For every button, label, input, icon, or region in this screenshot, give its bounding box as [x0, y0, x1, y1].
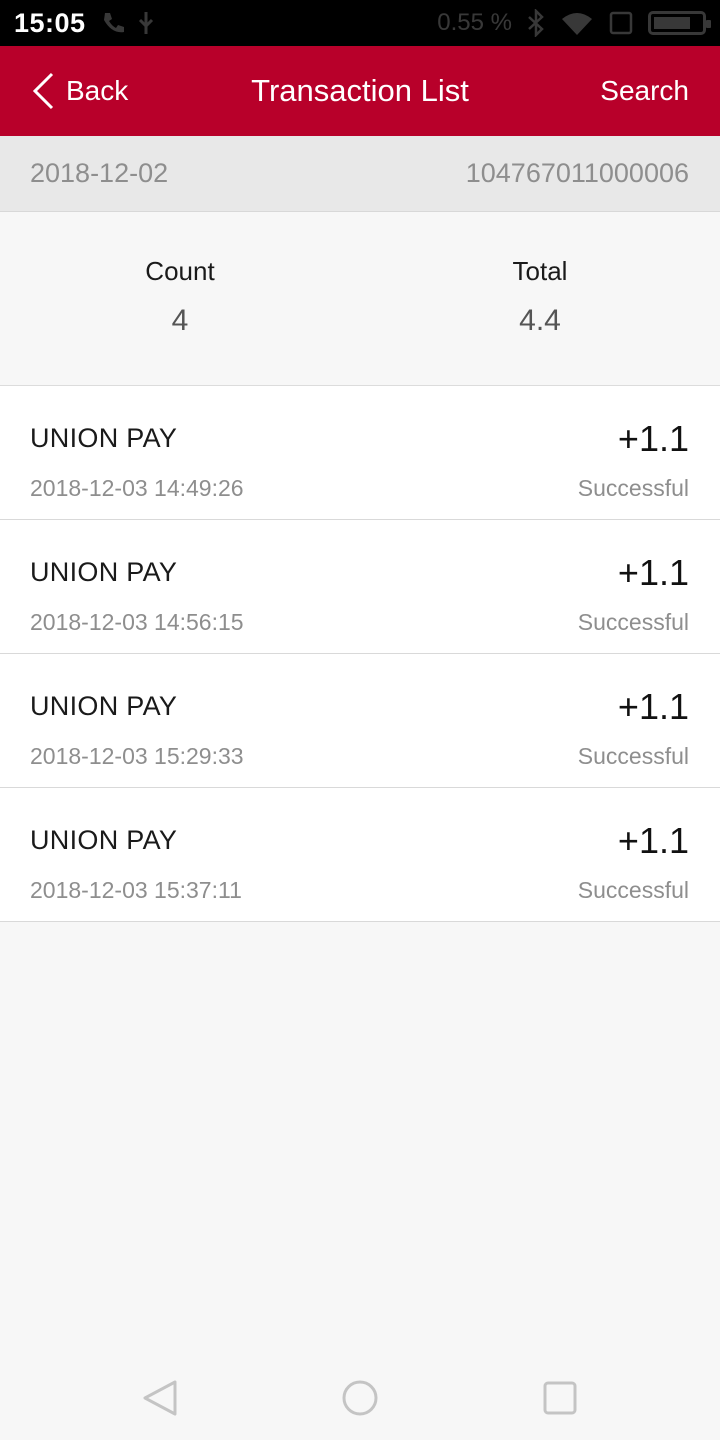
sim-icon — [609, 11, 633, 35]
transaction-time: 2018-12-03 15:29:33 — [30, 743, 244, 769]
count-summary: Count 4 — [0, 212, 360, 386]
wifi-icon — [562, 13, 592, 35]
status-right: 0.55 % — [437, 9, 711, 37]
transaction-name: UNION PAY — [30, 691, 178, 721]
square-recents-icon — [543, 1381, 577, 1415]
transaction-row[interactable]: UNION PAY 2018-12-03 14:56:15 +1.1 Succe… — [0, 520, 720, 654]
count-value: 4 — [171, 304, 189, 337]
transaction-amount: +1.1 — [617, 686, 689, 727]
usb-icon — [138, 12, 153, 34]
notification-icons — [100, 10, 156, 36]
transaction-status: Successful — [577, 743, 689, 769]
total-summary: Total 4.4 — [360, 212, 720, 386]
app-bar: Back Transaction List Search — [0, 46, 720, 136]
network-speed: 0.55 % — [437, 9, 512, 36]
nav-recents-button[interactable] — [540, 1378, 580, 1418]
nav-home-button[interactable] — [340, 1378, 380, 1418]
transaction-name: UNION PAY — [30, 825, 178, 855]
transaction-list: UNION PAY 2018-12-03 14:49:26 +1.1 Succe… — [0, 386, 720, 922]
total-label: Total — [512, 256, 568, 286]
transaction-status: Successful — [577, 475, 689, 501]
transaction-amount: +1.1 — [617, 552, 689, 593]
battery-icon — [648, 11, 711, 35]
call-icon — [103, 13, 124, 33]
transaction-name: UNION PAY — [30, 557, 178, 587]
transaction-time: 2018-12-03 14:56:15 — [30, 609, 244, 635]
transaction-amount: +1.1 — [617, 418, 689, 459]
status-left: 15:05 — [14, 8, 156, 39]
transaction-name: UNION PAY — [30, 423, 178, 453]
transaction-time: 2018-12-03 14:49:26 — [30, 475, 244, 501]
query-date: 2018-12-02 — [30, 158, 169, 188]
transaction-status: Successful — [577, 609, 689, 635]
transaction-amount: +1.1 — [617, 820, 689, 861]
back-label: Back — [66, 75, 129, 106]
chevron-left-icon — [32, 72, 54, 110]
back-button[interactable]: Back — [30, 46, 128, 136]
status-time: 15:05 — [14, 7, 86, 38]
transaction-row[interactable]: UNION PAY 2018-12-03 14:49:26 +1.1 Succe… — [0, 386, 720, 520]
screen: 15:05 0.55 % Back Transaction List Searc… — [0, 0, 720, 1440]
transaction-row[interactable]: UNION PAY 2018-12-03 15:37:11 +1.1 Succe… — [0, 788, 720, 922]
merchant-id: 104767011000006 — [465, 158, 689, 188]
bluetooth-icon — [528, 9, 544, 37]
status-bar: 15:05 0.55 % — [0, 0, 720, 46]
triangle-back-icon — [143, 1380, 177, 1416]
count-label: Count — [145, 256, 215, 286]
info-strip: 2018-12-02 104767011000006 — [0, 136, 720, 212]
transaction-status: Successful — [577, 877, 689, 903]
summary-panel: Count 4 Total 4.4 — [0, 212, 720, 386]
circle-home-icon — [342, 1380, 378, 1416]
transaction-time: 2018-12-03 15:37:11 — [30, 877, 242, 903]
total-value: 4.4 — [519, 304, 561, 337]
nav-back-button[interactable] — [140, 1378, 180, 1418]
transaction-row[interactable]: UNION PAY 2018-12-03 15:29:33 +1.1 Succe… — [0, 654, 720, 788]
search-button[interactable]: Search — [600, 46, 689, 136]
system-nav-bar — [0, 1356, 720, 1440]
